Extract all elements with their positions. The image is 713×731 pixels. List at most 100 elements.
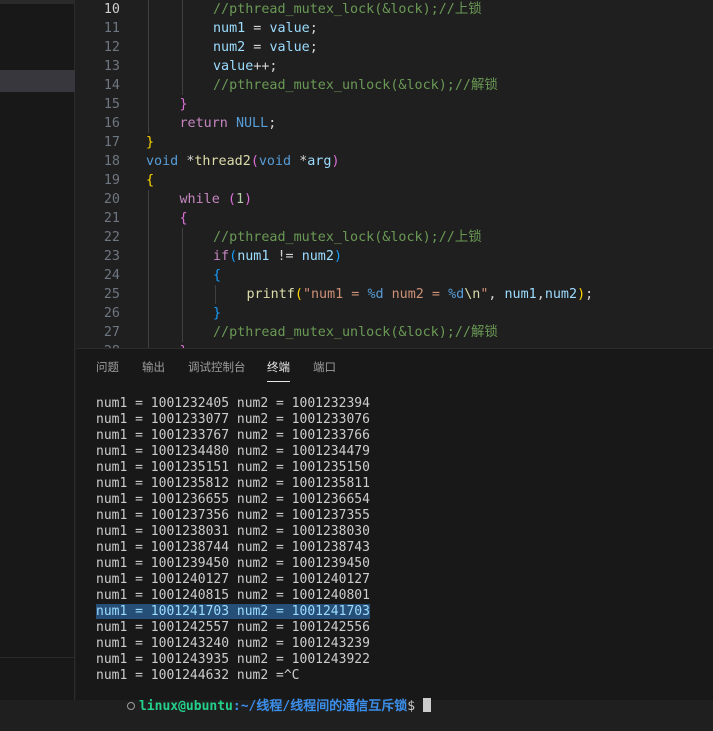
code-line[interactable]: 25 printf("num1 = %d num2 = %d\n", num1,n…: [76, 285, 713, 304]
code-token: return: [179, 116, 236, 131]
code-line[interactable]: 17}: [76, 133, 713, 152]
indent-guide: [181, 228, 183, 247]
line-number: 10: [103, 2, 120, 17]
code-line[interactable]: 15}: [76, 95, 713, 114]
terminal-line: num1 = 1001243240 num2 = 1001243239: [96, 636, 713, 652]
code-token: thread2: [194, 154, 251, 169]
explorer-sidebar: [0, 0, 75, 700]
tab-debug-console[interactable]: 调试控制台: [188, 359, 246, 381]
terminal-line-text: num1 = 1001243935 num2 = 1001243922: [96, 652, 370, 667]
line-number: 25: [103, 287, 120, 302]
code-token: value: [269, 21, 310, 36]
terminal-line-text: num1 = 1001239450 num2 = 1001239450: [96, 556, 370, 571]
code-line[interactable]: 18 void *thread2(void *arg): [76, 152, 713, 171]
indent-guide: [181, 323, 183, 342]
tab-output[interactable]: 输出: [142, 359, 165, 381]
indent-guide: [148, 19, 149, 38]
terminal-line: num1 = 1001235151 num2 = 1001235150: [96, 460, 713, 476]
line-number: 16: [103, 116, 120, 131]
terminal-line-text: num1 = 1001242557 num2 = 1001242556: [96, 620, 370, 635]
code-token: =: [245, 21, 270, 36]
indent-guide: [148, 0, 149, 19]
code-token: void: [146, 154, 187, 169]
code-token: ): [331, 154, 340, 169]
indent-guide: [148, 209, 149, 228]
terminal-line: num1 = 1001235812 num2 = 1001235811: [96, 476, 713, 492]
code-token: ,: [536, 287, 545, 302]
code-token: arg: [307, 154, 332, 169]
tab-terminal[interactable]: 终端: [267, 359, 290, 382]
code-line[interactable]: 26}: [76, 304, 713, 323]
bottom-panel: 问题 输出 调试控制台 终端 端口 num1 = 1001232405 num2 = 1…: [76, 348, 713, 714]
indent-guide: [215, 285, 216, 304]
code-line[interactable]: 13 value++;: [76, 57, 713, 76]
code-token: ++;: [253, 59, 278, 74]
line-number: 13: [103, 59, 120, 74]
line-number: 11: [103, 21, 120, 36]
sidebar-selected-item[interactable]: [0, 70, 75, 92]
code-line[interactable]: 23 if(num1 != num2): [76, 247, 713, 266]
terminal-line-text: num1 = 1001233767 num2 = 1001233766: [96, 428, 370, 443]
code-line[interactable]: 12 num2 = value;: [76, 38, 713, 57]
sidebar-header-strip: [0, 0, 75, 4]
code-text: num1 = value;: [213, 19, 318, 38]
code-line[interactable]: 20 while (1): [76, 190, 713, 209]
terminal-prompt[interactable]: linux@ubuntu:~/线程/线程间的通信互斥锁$: [80, 682, 431, 714]
indent-guide: [148, 114, 149, 133]
line-number: 15: [103, 97, 120, 112]
indent-guide: [181, 304, 183, 323]
code-token: "num1 =: [302, 287, 368, 302]
code-line[interactable]: 19 {: [76, 171, 713, 190]
terminal-line: num1 = 1001242557 num2 = 1001242556: [96, 620, 713, 636]
code-token: num1: [237, 249, 270, 264]
terminal-line-text: num1 = 1001237356 num2 = 1001237355: [96, 508, 370, 523]
indent-guide: [148, 247, 149, 266]
code-line[interactable]: 16 return NULL;: [76, 114, 713, 133]
line-number: 14: [103, 78, 120, 93]
terminal-line: num1 = 1001239450 num2 = 1001239450: [96, 556, 713, 572]
code-token: value: [213, 59, 254, 74]
code-text: if(num1 != num2): [213, 247, 342, 266]
code-editor[interactable]: 10 //pthread_mutex_lock(&lock);//上锁 11 num1…: [76, 0, 713, 348]
line-number: 23: [103, 249, 120, 264]
code-token: num1: [213, 21, 246, 36]
code-line[interactable]: 14 //pthread_mutex_unlock(&lock);//解锁: [76, 76, 713, 95]
code-text: printf("num1 = %d num2 = %d\n", num1,num…: [247, 285, 594, 304]
code-token: while: [179, 192, 228, 207]
terminal-line: num1 = 1001240127 num2 = 1001240127: [96, 572, 713, 588]
terminal-output[interactable]: num1 = 1001232405 num2 = 1001232394 num1 …: [96, 396, 713, 714]
code-token: }: [213, 306, 222, 321]
tab-ports[interactable]: 端口: [313, 359, 336, 381]
indent-guide: [181, 19, 183, 38]
line-number: 18: [103, 154, 120, 169]
code-token: if: [213, 249, 230, 264]
terminal-line: num1 = 1001238031 num2 = 1001238030: [96, 524, 713, 540]
code-line[interactable]: 11 num1 = value;: [76, 19, 713, 38]
terminal-line: num1 = 1001241703 num2 = 1001241703: [96, 604, 713, 620]
code-token: \n: [464, 287, 481, 302]
code-text: //pthread_mutex_unlock(&lock);//解锁: [213, 76, 498, 95]
tab-problems[interactable]: 问题: [96, 359, 119, 381]
indent-guide: [148, 38, 149, 57]
code-text: value++;: [213, 57, 278, 76]
code-line[interactable]: 10 //pthread_mutex_lock(&lock);//上锁: [76, 0, 713, 19]
terminal-line: num1 = 1001243935 num2 = 1001243922: [96, 652, 713, 668]
prompt-path: :~/线程/线程间的通信互斥锁: [232, 699, 408, 714]
code-line[interactable]: 21 {: [76, 209, 713, 228]
code-line[interactable]: 24 {: [76, 266, 713, 285]
code-token: (: [227, 192, 236, 207]
code-token: 1: [235, 192, 244, 207]
command-status-icon: [126, 702, 135, 710]
code-line[interactable]: 27 //pthread_mutex_unlock(&lock);//解锁: [76, 323, 713, 342]
code-line[interactable]: 22 //pthread_mutex_lock(&lock);//上锁: [76, 228, 713, 247]
code-text: //pthread_mutex_lock(&lock);//上锁: [213, 0, 482, 19]
indent-guide: [148, 95, 149, 114]
code-token: value: [269, 40, 310, 55]
terminal-line-text: num1 = 1001236655 num2 = 1001236654: [96, 492, 370, 507]
indent-guide: [148, 323, 149, 342]
indent-guide: [148, 266, 149, 285]
code-token: //pthread_mutex_unlock(&lock);//解锁: [213, 78, 498, 93]
line-number: 24: [103, 268, 120, 283]
code-token: num2 =: [383, 287, 449, 302]
code-token: ): [244, 192, 253, 207]
